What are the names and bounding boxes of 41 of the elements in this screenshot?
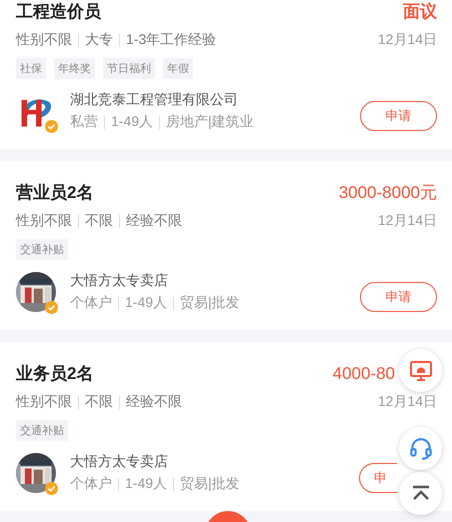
company-detail: 1-49人 [125,475,168,493]
company-detail: 私营 [70,113,98,131]
company-detail: 贸易|批发 [180,294,240,312]
salary: 3000-8000元 [338,182,437,204]
monitor-icon [408,358,432,382]
company-detail: 1-49人 [111,113,154,131]
salary: 面议 [403,1,437,23]
salary: 4000-80 [332,363,395,385]
headset-icon [408,436,434,462]
job-requirement: 1-3年工作经验 [126,31,216,49]
company-detail: 1-49人 [125,294,168,312]
job-requirement: 性别不限 [16,31,72,49]
post-date: 12月14日 [378,31,437,49]
post-date: 12月14日 [378,212,437,230]
job-requirement: 经验不限 [126,212,182,230]
company-detail: 贸易|批发 [180,475,240,493]
benefit-tag: 社保 [16,58,46,79]
company-name: 大悟方太专卖店 [70,453,169,471]
benefit-tag: 交通补贴 [16,420,68,441]
company-detail: 个体户 [70,475,112,493]
job-card[interactable]: 工程造价员 面议 性别不限 大专 1-3年工作经验 12月14日 社保 年终奖 节日福利 年假 湖北竞泰工程管理有限公司 私营 1-49人 房地产|建筑业 申请 [0,0,452,149]
post-date: 12月14日 [378,393,437,411]
benefit-tag: 年假 [163,58,193,79]
job-requirement: 大专 [85,31,113,49]
job-requirement: 性别不限 [16,212,72,230]
job-requirement: 不限 [85,212,113,230]
job-title: 工程造价员 [16,1,101,23]
benefit-tag: 节日福利 [103,58,155,79]
benefit-tag: 交通补贴 [16,239,68,260]
company-name: 湖北竞泰工程管理有限公司 [70,91,239,109]
job-requirement: 性别不限 [16,393,72,411]
job-card[interactable]: 业务员2名 4000-80 性别不限 不限 经验不限 12月14日 交通补贴 大悟方太专卖店 个体户 1-49人 贸易|批发 申 [0,342,452,511]
company-name: 大悟方太专卖店 [70,272,169,290]
benefit-tag: 年终奖 [54,58,95,79]
job-requirement: 不限 [85,393,113,411]
job-card[interactable]: 营业员2名 3000-8000元 性别不限 不限 经验不限 12月14日 交通补贴 大悟方太专卖店 个体户 1-49人 贸易|批发 申请 [0,161,452,330]
company-detail: 个体户 [70,294,112,312]
job-requirement: 经验不限 [126,393,182,411]
company-detail: 房地产|建筑业 [166,113,254,131]
job-title: 业务员2名 [16,363,94,385]
job-title: 营业员2名 [16,182,94,204]
